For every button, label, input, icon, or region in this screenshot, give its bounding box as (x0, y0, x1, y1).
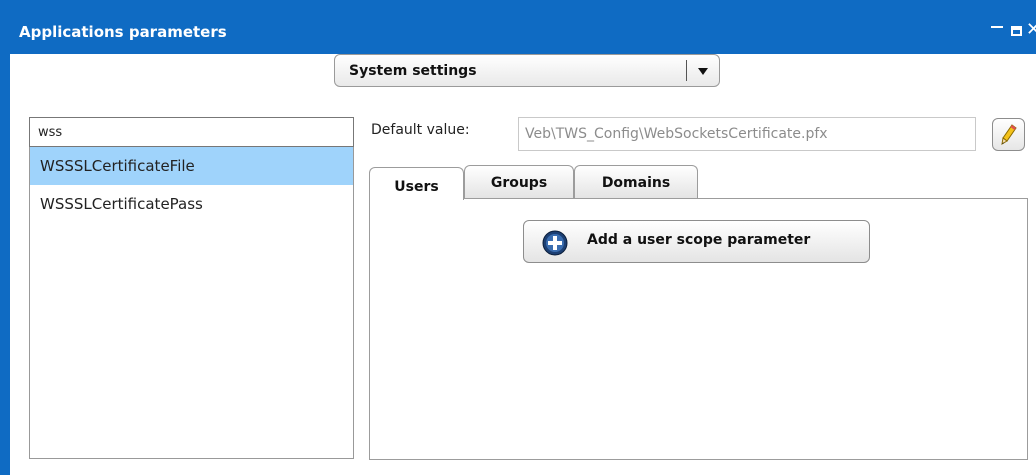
parameter-search-input[interactable] (29, 117, 354, 147)
add-button-label: Add a user scope parameter (587, 232, 811, 248)
tab-domains[interactable]: Domains (574, 165, 698, 199)
category-dropdown[interactable]: System settings (334, 54, 720, 87)
add-circle-icon (542, 230, 568, 256)
tab-users[interactable]: Users (369, 167, 464, 200)
list-item[interactable]: WSSSLCertificatePass (30, 185, 353, 223)
applications-parameters-window: Applications parameters ✕ System setting… (0, 0, 1036, 475)
edit-default-value-button[interactable] (992, 118, 1025, 151)
tab-groups[interactable]: Groups (464, 165, 574, 199)
default-value-field[interactable]: Veb\TWS_Config\WebSocketsCertificate.pfx (518, 117, 976, 151)
chevron-down-icon[interactable] (698, 68, 708, 75)
window-left-border (0, 54, 10, 475)
pencil-icon (1001, 124, 1017, 145)
category-dropdown-value: System settings (349, 63, 477, 79)
list-item[interactable]: WSSSLCertificateFile (30, 147, 353, 185)
dropdown-separator (686, 60, 687, 81)
add-user-scope-parameter-button[interactable]: Add a user scope parameter (523, 220, 870, 263)
default-value-label: Default value: (371, 122, 470, 138)
minimize-icon[interactable] (991, 26, 1003, 28)
close-icon[interactable]: ✕ (1026, 20, 1036, 40)
parameter-list[interactable]: WSSSLCertificateFile WSSSLCertificatePas… (29, 147, 354, 459)
window-title: Applications parameters (19, 23, 227, 41)
title-bar[interactable]: Applications parameters ✕ (0, 0, 1036, 54)
maximize-icon[interactable] (1011, 26, 1022, 36)
